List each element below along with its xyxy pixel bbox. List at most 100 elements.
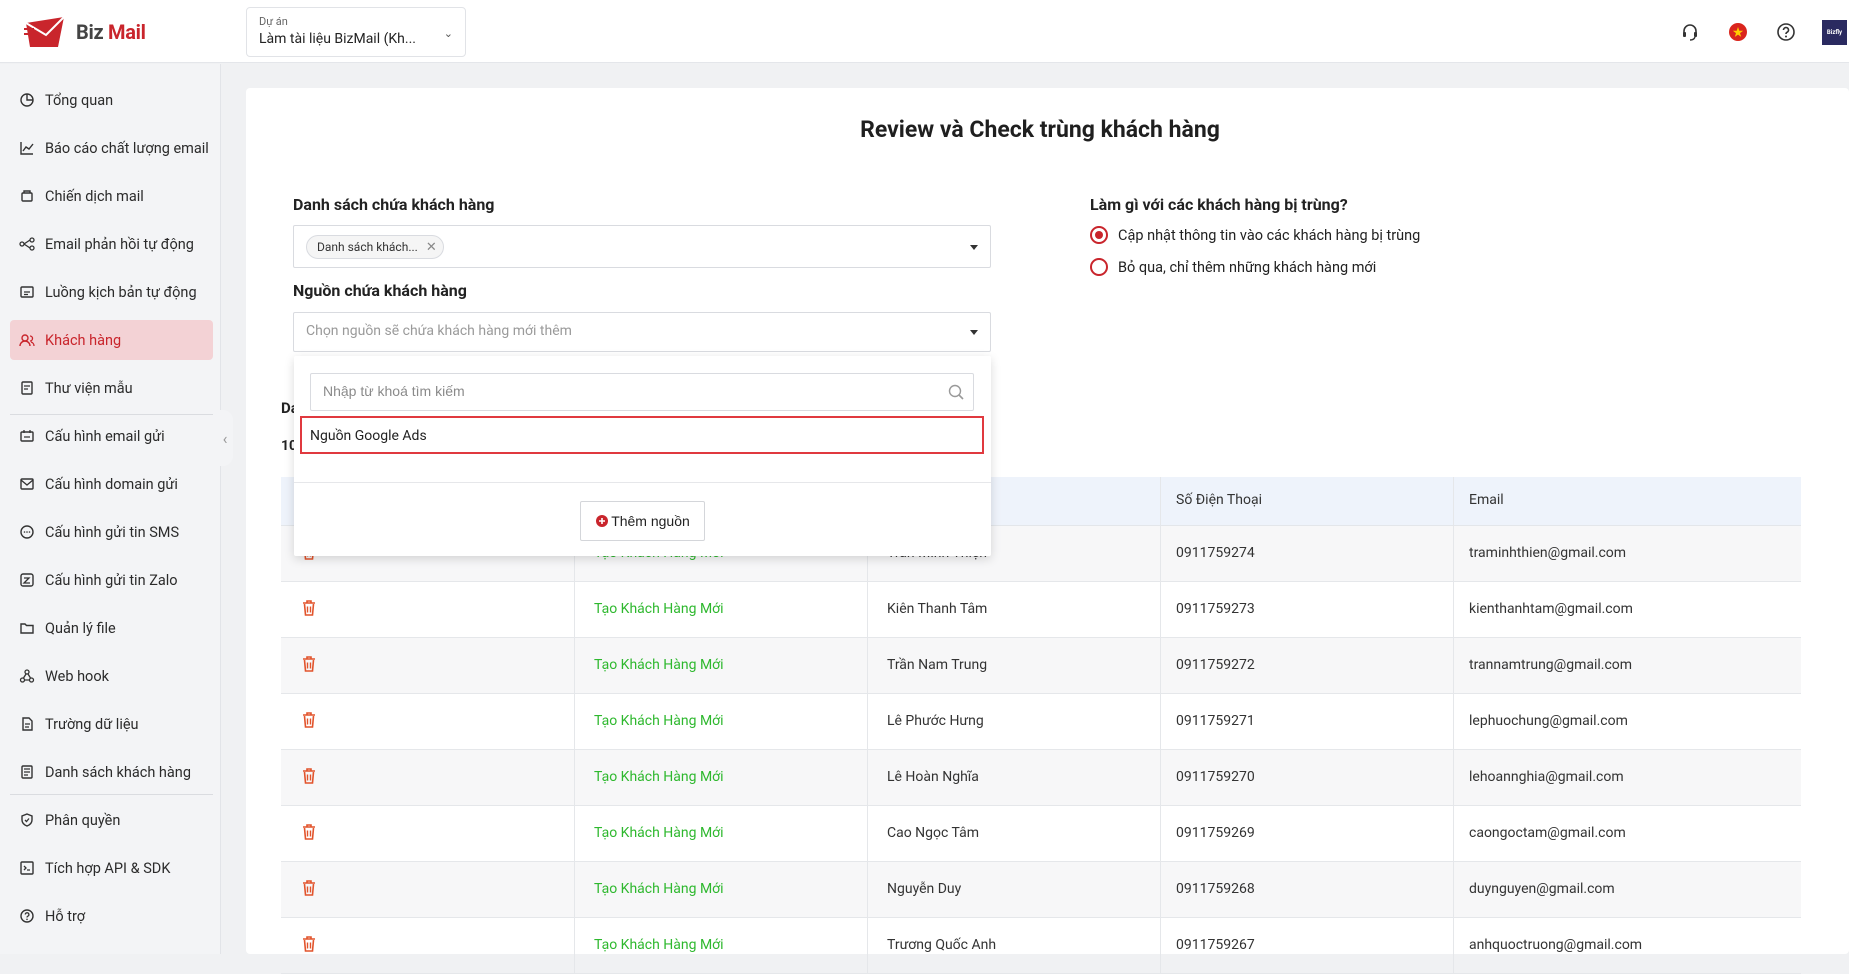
sidebar-item-label: Báo cáo chất lượng email [45,139,209,157]
radio-unchecked-icon[interactable] [1090,258,1108,276]
trash-icon[interactable] [301,767,317,785]
customer-list-label: Danh sách chứa khách hàng [293,195,495,214]
caret-down-icon [970,245,978,250]
trash-icon[interactable] [301,823,317,841]
sidebar-item-label: Phân quyền [45,811,121,829]
dropdown-search-box[interactable] [310,373,974,411]
table-row: Tạo Khách Hàng Mới Lê Hoàn Nghĩa 091175927… [281,750,1801,806]
sidebar-collapse-button[interactable]: ‹ [217,410,233,466]
selected-list-tag-label: Danh sách khách... [317,240,418,254]
sidebar-item-label: Thư viện mẫu [45,379,133,397]
line-chart-icon [20,142,34,155]
row-status: Tạo Khách Hàng Mới [594,713,724,729]
project-value: Làm tài liệu BizMail (Kh... [259,31,416,47]
row-email: trannamtrung@gmail.com [1469,657,1633,673]
sidebar-item-automation-workflow[interactable]: Luồng kịch bản tự động [10,272,213,312]
webhook-icon [19,669,35,683]
table-row: Tạo Khách Hàng Mới Kiên Thanh Tâm 09117592… [281,582,1801,638]
folder-icon [20,623,34,634]
sms-icon [20,525,34,539]
sender-config-icon [20,430,34,442]
table-row: Tạo Khách Hàng Mới Trần Nam Trung 09117592… [281,638,1801,694]
project-caption: Dự án [259,15,288,28]
sidebar-item-permissions[interactable]: Phân quyền [10,800,213,840]
data-field-icon [22,717,33,731]
customer-list-select[interactable]: Danh sách khách... ✕ [293,225,991,268]
sidebar-item-label: Luồng kịch bản tự động [45,283,197,301]
trash-icon[interactable] [301,879,317,897]
row-name: Lê Phước Hưng [887,713,984,729]
radio-skip-duplicates[interactable]: Bỏ qua, chỉ thêm những khách hàng mới [1090,258,1376,276]
close-icon[interactable]: ✕ [426,240,437,255]
sidebar-item-template-library[interactable]: Thư viện mẫu [10,368,213,408]
trash-icon[interactable] [301,935,317,953]
sidebar-item-label: Danh sách khách hàng [45,763,191,781]
template-icon [21,381,33,395]
table-row: Tạo Khách Hàng Mới Cao Ngọc Tâm 0911759269… [281,806,1801,862]
plus-circle-icon [596,515,609,527]
sidebar: Tổng quan Báo cáo chất lượng email Chiến… [0,64,221,954]
table-row: Tạo Khách Hàng Mới Trương Quốc Anh 0911759… [281,918,1801,974]
source-dropdown: Nguồn Google Ads Thêm nguồn [294,356,991,556]
row-name: Cao Ngọc Tâm [887,825,980,841]
radio-checked-icon[interactable] [1090,226,1108,244]
row-name: Kiên Thanh Tâm [887,601,988,617]
sidebar-item-label: Cấu hình email gửi [45,427,165,445]
sidebar-item-customers[interactable]: Khách hàng [10,320,213,360]
row-phone: 0911759268 [1176,881,1255,897]
page-title: Review và Check trùng khách hàng [860,116,1220,143]
sidebar-item-webhook[interactable]: Web hook [10,656,213,696]
sidebar-item-api-sdk[interactable]: Tích hợp API & SDK [10,848,213,888]
help-icon [20,909,34,923]
row-phone: 0911759270 [1176,769,1255,785]
row-phone: 0911759272 [1176,657,1255,673]
sidebar-item-zalo-config[interactable]: Cấu hình gửi tin Zalo [10,560,213,600]
search-icon[interactable] [947,383,965,401]
trash-icon[interactable] [301,599,317,617]
add-source-button[interactable]: Thêm nguồn [580,501,705,541]
trash-icon[interactable] [301,711,317,729]
row-status: Tạo Khách Hàng Mới [594,601,724,617]
row-email: kienthanhtam@gmail.com [1469,601,1633,617]
row-phone: 0911759273 [1176,601,1255,617]
sidebar-item-overview[interactable]: Tổng quan [10,80,213,120]
campaign-icon [21,190,33,202]
sidebar-item-domain-config[interactable]: Cấu hình domain gửi [10,464,213,504]
header-email: Email [1469,492,1504,508]
sidebar-item-autoresponder[interactable]: Email phản hồi tự động [10,224,213,264]
radio-label: Cập nhật thông tin vào các khách hàng bị… [1118,226,1421,244]
search-input[interactable] [311,374,911,408]
customers-icon [19,334,35,347]
trash-icon[interactable] [301,655,317,673]
vietnam-flag-icon[interactable] [1728,22,1748,42]
project-select[interactable]: Dự án Làm tài liệu BizMail (Kh... ⌄ [246,7,466,57]
row-status: Tạo Khách Hàng Mới [594,881,724,897]
row-email: lephuochung@gmail.com [1469,713,1628,729]
sidebar-item-sms-config[interactable]: Cấu hình gửi tin SMS [10,512,213,552]
avatar[interactable]: Bizfly [1822,20,1847,45]
row-name: Trương Quốc Anh [887,937,997,953]
headset-support-icon[interactable] [1680,22,1700,42]
sidebar-item-email-quality-report[interactable]: Báo cáo chất lượng email [10,128,213,168]
sidebar-item-support[interactable]: Hỗ trợ [10,896,213,936]
table-row: Tạo Khách Hàng Mới Nguyễn Duy 0911759268 du… [281,862,1801,918]
sidebar-item-mail-campaign[interactable]: Chiến dịch mail [10,176,213,216]
zalo-icon [20,573,34,587]
radio-label: Bỏ qua, chỉ thêm những khách hàng mới [1118,258,1377,276]
dropdown-divider [294,482,991,483]
row-status: Tạo Khách Hàng Mới [594,937,724,953]
sidebar-item-label: Quản lý file [45,619,116,637]
customer-source-select[interactable]: Chọn nguồn sẽ chứa khách hàng mới thêm [293,312,991,352]
row-phone: 0911759269 [1176,825,1255,841]
row-phone: 0911759271 [1176,713,1255,729]
help-circle-icon[interactable] [1776,22,1796,42]
sidebar-item-file-manager[interactable]: Quản lý file [10,608,213,648]
table-row: Tạo Khách Hàng Mới Lê Phước Hưng 091175927… [281,694,1801,750]
sidebar-item-customer-lists[interactable]: Danh sách khách hàng [10,752,213,792]
sidebar-item-data-fields[interactable]: Trường dữ liệu [10,704,213,744]
dropdown-option-google-ads[interactable]: Nguồn Google Ads [300,416,984,454]
sidebar-item-sender-config[interactable]: Cấu hình email gửi [10,416,213,456]
radio-update-duplicates[interactable]: Cập nhật thông tin vào các khách hàng bị… [1090,226,1420,244]
bizmail-logo[interactable]: Biz Mail [24,15,146,49]
source-placeholder: Chọn nguồn sẽ chứa khách hàng mới thêm [306,323,572,339]
